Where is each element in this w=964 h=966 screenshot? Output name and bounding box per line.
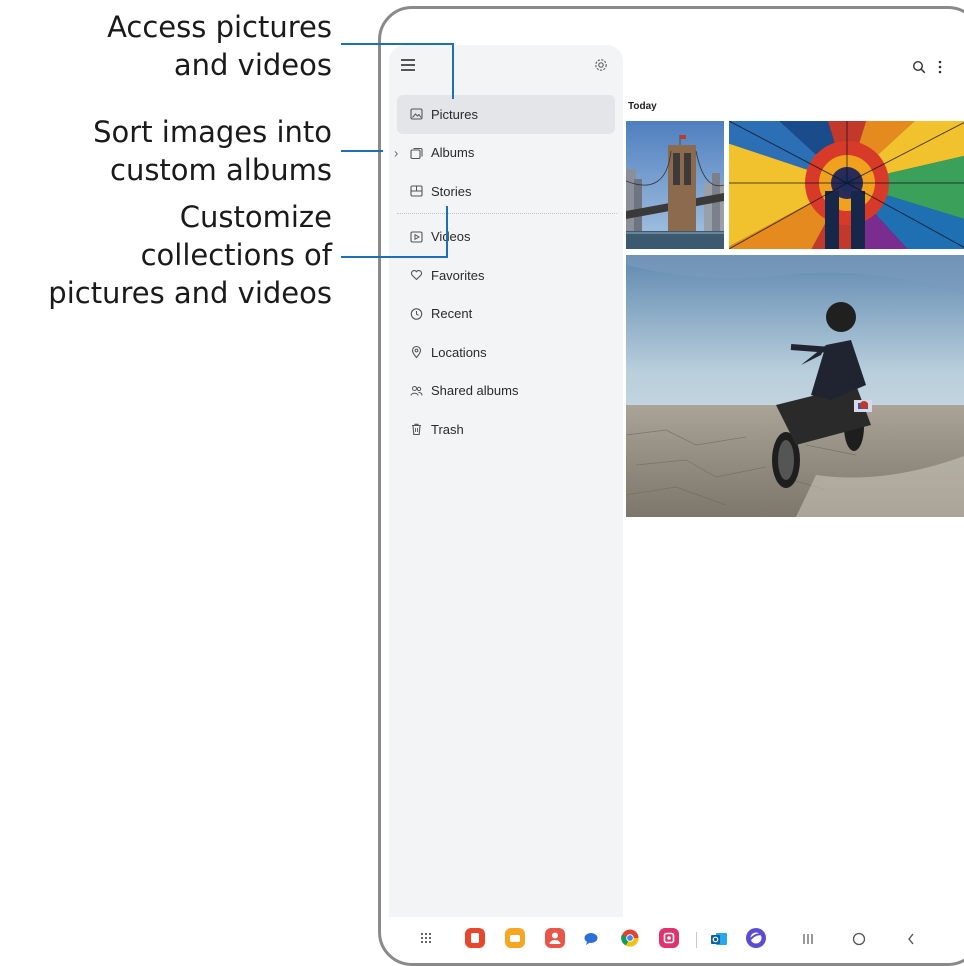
drawer-item-albums[interactable]: › Albums	[389, 134, 623, 173]
drawer-item-label: Recent	[431, 306, 473, 322]
my-files-app-icon[interactable]	[505, 928, 525, 948]
screen-recorder-app-icon[interactable]	[659, 928, 679, 948]
messages-app-icon[interactable]	[584, 932, 598, 946]
photo-thumbnail-stained-glass[interactable]	[729, 121, 964, 249]
gallery-screen: Pictures › Albums Stories Videos Favorit…	[381, 9, 964, 963]
drawer-item-label: Albums	[431, 145, 475, 161]
image-icon	[410, 108, 423, 120]
menu-icon[interactable]	[401, 59, 415, 71]
chrome-app-icon[interactable]	[621, 929, 639, 947]
navigation-drawer: Pictures › Albums Stories Videos Favorit…	[389, 45, 623, 917]
callout-albums: Sort images into custom albums	[93, 115, 332, 187]
internet-app-icon[interactable]	[746, 928, 766, 948]
stained-glass-dome-photo	[729, 121, 964, 249]
video-icon	[410, 231, 423, 243]
contacts-app-icon[interactable]	[545, 928, 565, 948]
leader-line-stories-h	[341, 256, 447, 258]
pictures-content: Today	[623, 45, 964, 917]
motorcycle-rider-photo	[626, 255, 964, 517]
drawer-item-recent[interactable]: Recent	[389, 295, 623, 334]
drawer-item-label: Shared albums	[431, 383, 519, 399]
drawer-item-stories[interactable]: Stories	[389, 172, 623, 211]
heart-icon	[410, 270, 423, 281]
back-button[interactable]	[906, 932, 916, 946]
callout-stories: Customize collections of pictures and vi…	[48, 200, 332, 310]
outlook-app-icon[interactable]	[711, 931, 727, 947]
drawer-item-videos[interactable]: Videos	[389, 218, 623, 257]
drawer-item-label: Trash	[431, 421, 464, 437]
leader-line-pictures-v	[452, 43, 454, 99]
chevron-right-icon[interactable]: ›	[394, 145, 398, 160]
drawer-item-label: Pictures	[431, 106, 478, 122]
leader-line-pictures-h	[341, 43, 453, 45]
home-button[interactable]	[852, 932, 866, 946]
notes-app-icon[interactable]	[465, 928, 485, 948]
gear-icon[interactable]	[593, 57, 609, 73]
stories-icon	[410, 185, 423, 197]
search-icon[interactable]	[912, 60, 926, 74]
drawer-item-pictures[interactable]: Pictures	[397, 95, 615, 134]
photo-thumbnail-brooklyn-bridge[interactable]	[626, 121, 724, 249]
drawer-item-shared-albums[interactable]: Shared albums	[389, 372, 623, 411]
navigation-taskbar	[381, 917, 964, 963]
drawer-item-label: Locations	[431, 344, 487, 360]
drawer-nav-list: Pictures › Albums Stories Videos Favorit…	[389, 95, 623, 449]
callout-pictures: Access pictures and videos	[107, 10, 332, 82]
app-drawer-icon[interactable]	[419, 931, 433, 945]
trash-icon	[412, 424, 421, 436]
drawer-item-locations[interactable]: Locations	[389, 333, 623, 372]
tablet-frame: Pictures › Albums Stories Videos Favorit…	[378, 6, 964, 966]
section-label-today: Today	[628, 101, 657, 112]
drawer-divider	[397, 212, 617, 214]
albums-icon	[410, 147, 423, 159]
brooklyn-bridge-photo	[626, 121, 724, 249]
shared-people-icon	[410, 385, 423, 396]
location-pin-icon	[411, 346, 422, 359]
drawer-item-label: Stories	[431, 183, 472, 199]
clock-icon	[410, 308, 423, 320]
drawer-item-label: Favorites	[431, 267, 485, 283]
taskbar-divider	[696, 932, 697, 948]
drawer-item-label: Videos	[431, 229, 471, 245]
recents-button[interactable]	[801, 933, 815, 945]
photo-thumbnail-motorcycle[interactable]	[626, 255, 964, 517]
drawer-item-trash[interactable]: Trash	[389, 410, 623, 449]
leader-line-albums	[341, 150, 383, 152]
more-options-icon[interactable]	[937, 59, 943, 75]
leader-line-stories-v	[446, 206, 448, 258]
drawer-item-favorites[interactable]: Favorites	[389, 256, 623, 295]
drawer-header	[389, 45, 623, 89]
